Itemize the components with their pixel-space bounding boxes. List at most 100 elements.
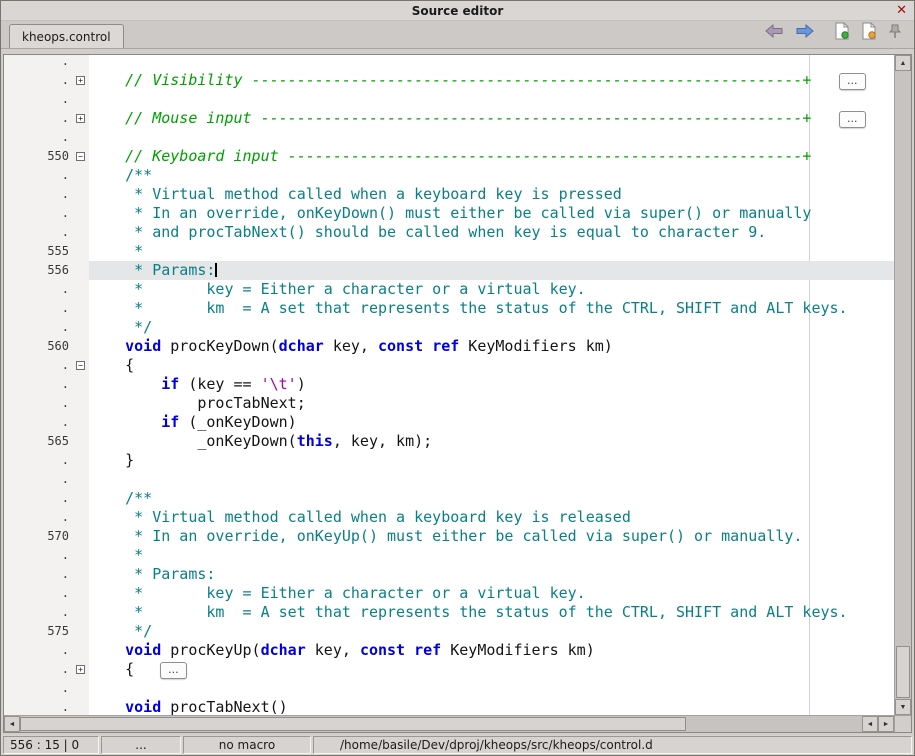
fold-margin — [74, 489, 89, 508]
fold-margin — [74, 280, 89, 299]
code-line[interactable]: . * In an override, onKeyDown() must eit… — [4, 204, 894, 223]
code-line[interactable]: .+ // Visibility -----------------------… — [4, 71, 894, 90]
scroll-right-button[interactable]: ► — [878, 716, 894, 732]
vertical-scrollbar[interactable]: ▲ ▼ — [894, 55, 911, 715]
code-line[interactable]: . */ — [4, 318, 894, 337]
pin-icon — [888, 23, 902, 42]
fold-margin — [74, 375, 89, 394]
fold-plus-icon[interactable]: + — [76, 76, 85, 85]
line-number: 556 — [4, 261, 74, 280]
code-line[interactable]: . if (key == '\t') — [4, 375, 894, 394]
code-line[interactable]: . * km = A set that represents the statu… — [4, 299, 894, 318]
vertical-scroll-thumb[interactable] — [896, 646, 910, 698]
source-editor-window: Source editor ✕ kheops.control — [0, 0, 915, 756]
fold-margin — [74, 508, 89, 527]
code-line[interactable]: . * key = Either a character or a virtua… — [4, 280, 894, 299]
code-text: } — [89, 451, 894, 470]
line-number: . — [4, 318, 74, 337]
code-text — [89, 128, 894, 147]
code-line[interactable]: 550− // Keyboard input -----------------… — [4, 147, 894, 166]
code-line[interactable]: . — [4, 90, 894, 109]
code-text: void procKeyDown(dchar key, const ref Ke… — [89, 337, 894, 356]
collapsed-code-icon[interactable]: ... — [839, 73, 866, 90]
vertical-scroll-track[interactable] — [895, 71, 911, 699]
fold-margin — [74, 394, 89, 413]
code-line[interactable]: .+ // Mouse input ----------------------… — [4, 109, 894, 128]
fold-margin — [74, 166, 89, 185]
line-number: . — [4, 698, 74, 715]
code-text: if (key == '\t') — [89, 375, 894, 394]
fold-margin — [74, 470, 89, 489]
code-line[interactable]: 575 */ — [4, 622, 894, 641]
fold-margin — [74, 223, 89, 242]
code-line[interactable]: . procTabNext; — [4, 394, 894, 413]
code-lines: ..+ // Visibility ----------------------… — [4, 55, 894, 715]
fold-margin — [74, 204, 89, 223]
code-line[interactable]: . * Params: — [4, 565, 894, 584]
code-line[interactable]: . if (_onKeyDown) — [4, 413, 894, 432]
fold-minus-icon[interactable]: − — [76, 152, 85, 161]
line-number: . — [4, 299, 74, 318]
code-text — [89, 470, 894, 489]
line-number: . — [4, 90, 74, 109]
nav-back-button[interactable] — [764, 24, 784, 41]
line-number: . — [4, 451, 74, 470]
code-text: * Virtual method called when a keyboard … — [89, 185, 894, 204]
code-line[interactable]: 565 _onKeyDown(this, key, km); — [4, 432, 894, 451]
horizontal-scroll-thumb[interactable] — [20, 717, 686, 731]
line-number: 575 — [4, 622, 74, 641]
code-text: /** — [89, 166, 894, 185]
code-line[interactable]: 556 * Params: — [4, 261, 894, 280]
close-button[interactable]: ✕ — [894, 4, 909, 18]
horizontal-scroll-track[interactable] — [686, 716, 862, 732]
code-line[interactable]: 570 * In an override, onKeyUp() must eit… — [4, 527, 894, 546]
title-bar[interactable]: Source editor ✕ — [1, 1, 914, 21]
code-line[interactable]: . — [4, 128, 894, 147]
code-line[interactable]: .− { — [4, 356, 894, 375]
code-line[interactable]: . * key = Either a character or a virtua… — [4, 584, 894, 603]
line-number: . — [4, 128, 74, 147]
code-text: // Visibility --------------------------… — [89, 71, 894, 90]
scroll-up-button[interactable]: ▲ — [895, 55, 911, 71]
code-line[interactable]: 555 * — [4, 242, 894, 261]
fold-plus-icon[interactable]: + — [76, 114, 85, 123]
code-line[interactable]: . * Virtual method called when a keyboar… — [4, 508, 894, 527]
scroll-down-button[interactable]: ▼ — [895, 699, 911, 715]
code-line[interactable]: . — [4, 679, 894, 698]
code-line[interactable]: . void procKeyUp(dchar key, const ref Ke… — [4, 641, 894, 660]
code-line[interactable]: . * Virtual method called when a keyboar… — [4, 185, 894, 204]
scroll-left-button[interactable]: ◄ — [4, 716, 20, 732]
code-line[interactable]: . } — [4, 451, 894, 470]
collapsed-code-icon[interactable]: ... — [160, 662, 187, 679]
scroll-left-button-2[interactable]: ◄ — [862, 716, 878, 732]
fold-minus-icon[interactable]: − — [76, 361, 85, 370]
code-line[interactable]: . /** — [4, 166, 894, 185]
open-document-button[interactable] — [861, 22, 877, 43]
horizontal-scrollbar[interactable]: ◄ ◄ ► — [4, 715, 894, 732]
code-text — [89, 679, 894, 698]
window-title: Source editor — [1, 4, 914, 18]
code-line[interactable]: . /** — [4, 489, 894, 508]
tab-kheops-control[interactable]: kheops.control — [9, 24, 124, 48]
code-line[interactable]: . * and procTabNext() should be called w… — [4, 223, 894, 242]
code-line[interactable]: 560 void procKeyDown(dchar key, const re… — [4, 337, 894, 356]
code-line[interactable]: . * km = A set that represents the statu… — [4, 603, 894, 622]
code-line[interactable]: .+ {... — [4, 660, 894, 679]
code-text — [89, 55, 894, 71]
code-text: * and procTabNext() should be called whe… — [89, 223, 894, 242]
code-text: void procKeyUp(dchar key, const ref KeyM… — [89, 641, 894, 660]
collapsed-code-icon[interactable]: ... — [839, 111, 866, 128]
code-text: * km = A set that represents the status … — [89, 603, 894, 622]
line-number: . — [4, 470, 74, 489]
code-line[interactable]: . — [4, 55, 894, 71]
code-line[interactable]: . — [4, 470, 894, 489]
new-document-button[interactable] — [834, 22, 850, 43]
code-line[interactable]: . * — [4, 546, 894, 565]
detach-editor-button[interactable] — [888, 23, 902, 42]
fold-margin — [74, 565, 89, 584]
fold-plus-icon[interactable]: + — [76, 665, 85, 674]
code-area[interactable]: ..+ // Visibility ----------------------… — [4, 55, 894, 715]
nav-forward-button[interactable] — [795, 24, 815, 41]
code-line[interactable]: . void procTabNext() — [4, 698, 894, 715]
line-number: . — [4, 166, 74, 185]
